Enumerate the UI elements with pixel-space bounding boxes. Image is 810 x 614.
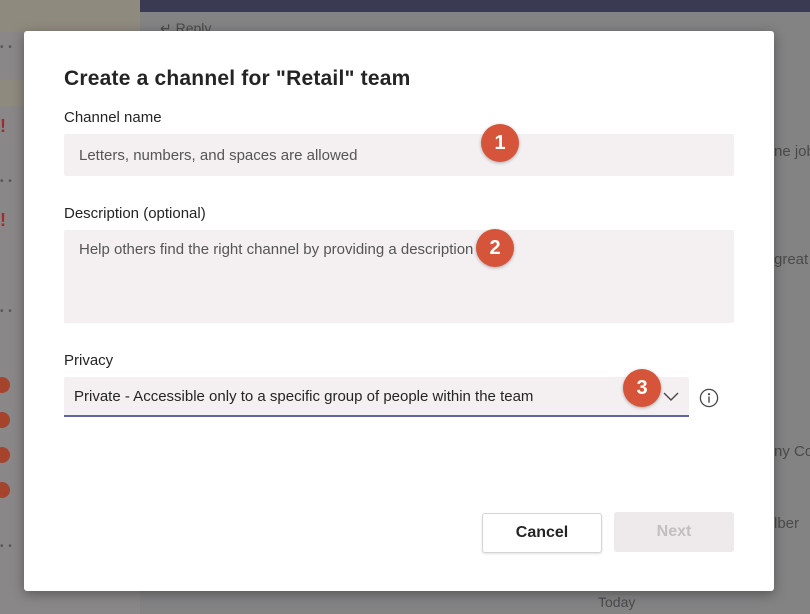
chevron-down-icon[interactable] xyxy=(663,389,679,403)
background-important-icon: ! xyxy=(0,116,6,136)
background-date-divider: Today xyxy=(598,594,636,610)
background-list-highlight xyxy=(0,0,140,32)
callout-badge-1: 1 xyxy=(481,124,519,162)
background-more-icon: • • xyxy=(0,541,13,552)
privacy-dropdown[interactable]: Private - Accessible only to a specific … xyxy=(64,377,689,417)
background-snippet: lber xyxy=(774,515,800,532)
dialog-title: Create a channel for "Retail" team xyxy=(64,67,411,90)
info-icon[interactable] xyxy=(699,388,719,408)
channel-name-input[interactable] xyxy=(64,134,734,176)
callout-badge-2: 2 xyxy=(476,229,514,267)
background-snippet: ne job xyxy=(774,143,810,160)
background-important-icon: ! xyxy=(0,210,6,230)
channel-name-label: Channel name xyxy=(64,109,162,126)
background-more-icon: • • xyxy=(0,42,13,53)
background-snippet: great xyxy=(774,251,809,268)
description-label: Description (optional) xyxy=(64,205,206,222)
background-more-icon: • • xyxy=(0,176,13,187)
privacy-label: Privacy xyxy=(64,352,114,369)
background-snippet: ny Co xyxy=(774,443,810,460)
next-button[interactable]: Next xyxy=(614,512,734,552)
cancel-button[interactable]: Cancel xyxy=(482,513,602,553)
callout-badge-3: 3 xyxy=(623,369,661,407)
create-channel-dialog: Create a channel for "Retail" team Chann… xyxy=(24,31,774,591)
background-more-icon: • • xyxy=(0,306,13,317)
privacy-selected-value: Private - Accessible only to a specific … xyxy=(74,388,534,405)
background-header-bar xyxy=(140,0,810,12)
description-input[interactable] xyxy=(64,230,734,323)
